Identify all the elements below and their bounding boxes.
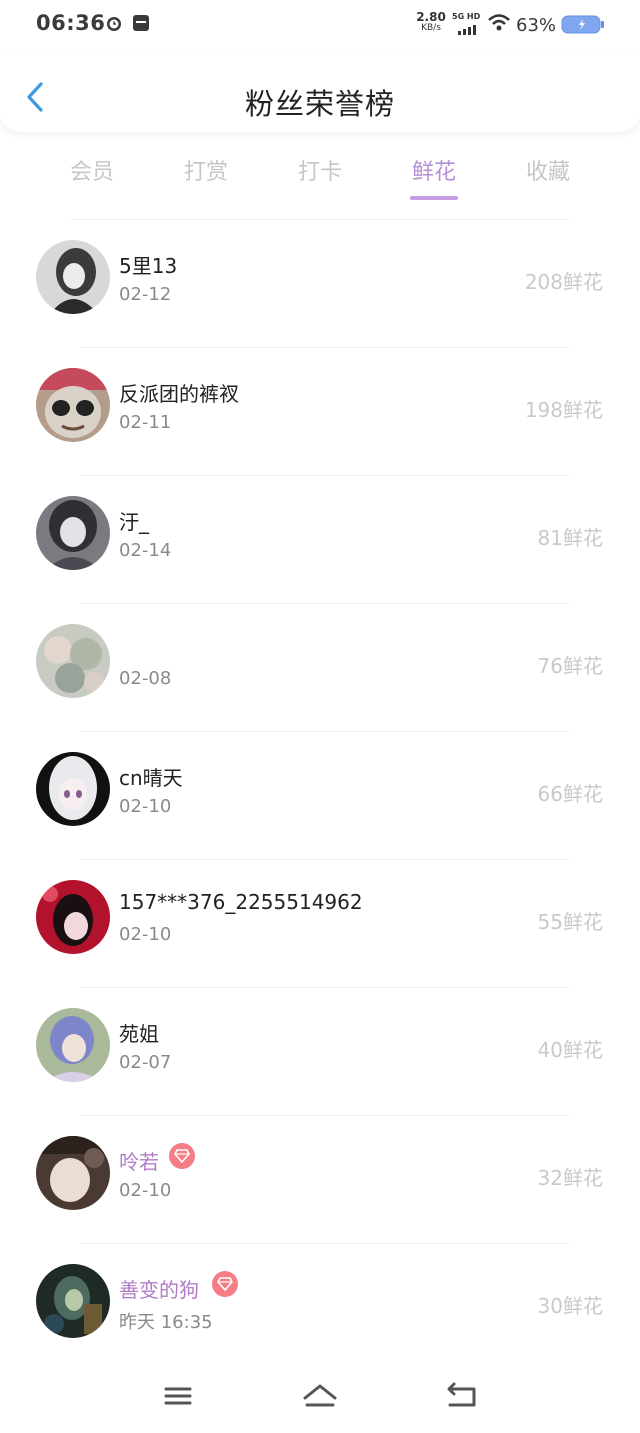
avatar[interactable] bbox=[36, 752, 110, 826]
flower-count: 32鲜花 bbox=[537, 1166, 603, 1190]
fan-date: 02-12 bbox=[119, 284, 172, 305]
flower-count: 66鲜花 bbox=[537, 782, 603, 806]
flower-count: 55鲜花 bbox=[537, 910, 603, 934]
tab-member[interactable]: 会员 bbox=[35, 150, 149, 202]
list-item[interactable]: 善变的狗 昨天 16:35 30鲜花 bbox=[0, 1244, 640, 1372]
list-item[interactable]: 呤若 02-10 32鲜花 bbox=[0, 1116, 640, 1244]
flower-count: 81鲜花 bbox=[537, 526, 603, 550]
list-item[interactable]: 157***376_2255514962 02-10 55鲜花 bbox=[0, 860, 640, 988]
page-title: 粉丝荣誉榜 bbox=[244, 87, 395, 121]
status-time: 06:36 bbox=[36, 11, 106, 35]
list-item[interactable]: cn晴天 02-10 66鲜花 bbox=[0, 732, 640, 860]
fan-name: 善变的狗 bbox=[119, 1278, 199, 1302]
flower-count: 198鲜花 bbox=[524, 398, 603, 422]
fan-name: 5里13 bbox=[119, 254, 178, 278]
tab-label: 鲜花 bbox=[411, 160, 456, 185]
tab-bar: 会员 打赏 打卡 鲜花 收藏 bbox=[35, 150, 605, 202]
avatar[interactable] bbox=[36, 240, 110, 314]
net-speed: 2.80 KB/s bbox=[415, 10, 447, 34]
wifi-icon bbox=[487, 13, 511, 33]
tab-favorites[interactable]: 收藏 bbox=[491, 150, 605, 202]
fan-list: 5里13 02-12 208鲜花 反派团的裤衩 02-11 198鲜花 汙_ 0… bbox=[0, 220, 640, 1372]
app-box-icon bbox=[132, 14, 150, 32]
flower-count: 76鲜花 bbox=[537, 654, 603, 678]
status-bar: 06:36 2.80 KB/s 5G HD 63% bbox=[0, 0, 640, 50]
avatar[interactable] bbox=[36, 624, 110, 698]
flower-count: 40鲜花 bbox=[537, 1038, 603, 1062]
list-item[interactable]: 02-08 76鲜花 bbox=[0, 604, 640, 732]
battery-percent: 63% bbox=[516, 15, 557, 36]
avatar[interactable] bbox=[36, 496, 110, 570]
fan-name: 反派团的裤衩 bbox=[119, 382, 239, 406]
tab-label: 打卡 bbox=[297, 160, 342, 185]
fan-date: 02-14 bbox=[119, 540, 172, 561]
tab-reward[interactable]: 打赏 bbox=[149, 150, 263, 202]
tab-flowers[interactable]: 鲜花 bbox=[377, 150, 491, 202]
avatar[interactable] bbox=[36, 1008, 110, 1082]
tab-label: 收藏 bbox=[525, 160, 570, 185]
fan-date: 02-10 bbox=[119, 796, 172, 817]
avatar[interactable] bbox=[36, 368, 110, 442]
tab-checkin[interactable]: 打卡 bbox=[263, 150, 377, 202]
avatar[interactable] bbox=[36, 1136, 110, 1210]
network-label: 5G HD bbox=[452, 12, 481, 21]
fan-name: 157***376_2255514962 bbox=[119, 890, 363, 914]
flower-count: 30鲜花 bbox=[537, 1294, 603, 1318]
battery-icon bbox=[561, 15, 605, 35]
vip-diamond-icon bbox=[169, 1143, 195, 1169]
net-speed-value: 2.80 bbox=[416, 10, 446, 24]
fan-name: 呤若 bbox=[119, 1150, 159, 1174]
active-tab-indicator bbox=[410, 196, 458, 200]
home-button[interactable] bbox=[300, 1378, 340, 1414]
fan-name: 苑姐 bbox=[119, 1022, 159, 1046]
list-item[interactable]: 5里13 02-12 208鲜花 bbox=[0, 220, 640, 348]
menu-button[interactable] bbox=[158, 1378, 198, 1414]
fan-date: 02-08 bbox=[119, 668, 172, 689]
home-icon bbox=[303, 1384, 337, 1407]
signal-icon: 5G HD bbox=[452, 12, 482, 36]
flower-count: 208鲜花 bbox=[524, 270, 603, 294]
back-nav-button[interactable] bbox=[442, 1378, 482, 1414]
back-icon bbox=[447, 1382, 476, 1407]
fan-date: 02-10 bbox=[119, 924, 172, 945]
net-speed-unit: KB/s bbox=[421, 23, 441, 33]
header-bar: 粉丝荣誉榜 bbox=[0, 50, 640, 132]
system-nav-bar bbox=[0, 1360, 640, 1433]
fan-name: cn晴天 bbox=[119, 766, 183, 790]
tab-label: 会员 bbox=[69, 160, 114, 185]
alarm-icon bbox=[105, 14, 123, 32]
vip-diamond-icon bbox=[212, 1271, 238, 1297]
fan-date: 02-11 bbox=[119, 412, 172, 433]
fan-date: 02-07 bbox=[119, 1052, 172, 1073]
fan-name: 汙_ bbox=[119, 510, 149, 534]
list-item[interactable]: 苑姐 02-07 40鲜花 bbox=[0, 988, 640, 1116]
menu-icon bbox=[164, 1387, 192, 1405]
list-item[interactable]: 反派团的裤衩 02-11 198鲜花 bbox=[0, 348, 640, 476]
fan-date: 02-10 bbox=[119, 1180, 172, 1201]
tab-label: 打赏 bbox=[183, 160, 228, 185]
avatar[interactable] bbox=[36, 880, 110, 954]
avatar[interactable] bbox=[36, 1264, 110, 1338]
fan-date: 昨天 16:35 bbox=[119, 1312, 213, 1333]
list-item[interactable]: 汙_ 02-14 81鲜花 bbox=[0, 476, 640, 604]
